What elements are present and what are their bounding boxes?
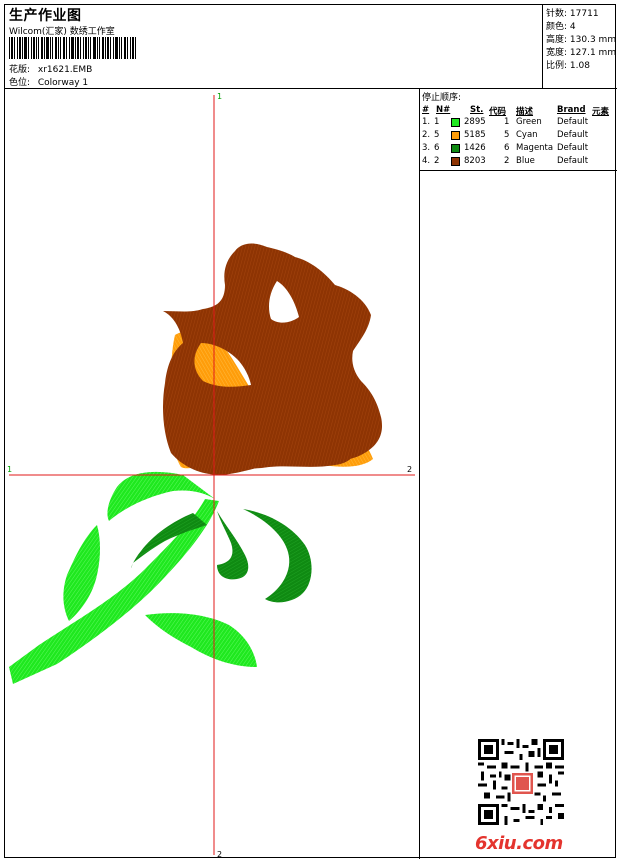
row-index: 4. bbox=[422, 156, 431, 166]
colors-label: 颜色: bbox=[546, 22, 568, 32]
row-code: 5185 bbox=[464, 130, 486, 140]
row-needle: 1 bbox=[434, 117, 440, 127]
stat-colors: 颜色: 4 bbox=[546, 19, 576, 32]
design-file-row: 花版: xr1621.EMB bbox=[9, 62, 92, 75]
row-index: 3. bbox=[422, 143, 431, 153]
barcode bbox=[9, 37, 136, 59]
colors-value: 4 bbox=[569, 22, 576, 32]
stitches-label: 针数: bbox=[546, 9, 568, 19]
stat-ratio: 比例: 1.08 bbox=[546, 58, 590, 71]
ratio-label: 比例: bbox=[546, 61, 568, 71]
row-needle: 5 bbox=[434, 130, 440, 140]
stop-sequence-panel: 停止顺序: # N# St. 代码 描述 Brand 元素 1. 1 2895 … bbox=[420, 89, 617, 859]
guide-label-right: 2 bbox=[407, 465, 412, 474]
row-stop: 1 bbox=[504, 117, 510, 127]
worksheet-header: 生产作业图 Wilcom(汇家) 数绣工作室 花版: xr1621.EMB 色位… bbox=[5, 5, 617, 89]
row-needle: 6 bbox=[434, 143, 440, 153]
col-header-description: 描述 bbox=[516, 107, 534, 117]
embroidery-design: 1 2 1 2 bbox=[7, 92, 415, 859]
col-header-element: 元素 bbox=[592, 107, 610, 117]
color-swatch bbox=[451, 144, 460, 153]
color-sequence-table: # N# St. 代码 描述 Brand 元素 1. 1 2895 1 Gree… bbox=[420, 101, 617, 171]
row-brand: Default bbox=[557, 117, 589, 127]
stat-stitches: 针数: 17711 bbox=[546, 6, 599, 19]
qr-code-icon bbox=[478, 739, 564, 825]
worksheet-title: 生产作业图 bbox=[9, 8, 82, 24]
color-swatch bbox=[451, 131, 460, 140]
col-header-needle: N# bbox=[436, 105, 451, 115]
row-index: 2. bbox=[422, 130, 431, 140]
design-file-value: xr1621.EMB bbox=[37, 65, 93, 75]
row-stop: 6 bbox=[504, 143, 510, 153]
stitches-value: 17711 bbox=[569, 9, 599, 19]
color-swatch bbox=[451, 118, 460, 127]
header-info-panel: 生产作业图 Wilcom(汇家) 数绣工作室 花版: xr1621.EMB 色位… bbox=[5, 5, 543, 88]
height-value: 130.3 mm bbox=[569, 35, 617, 45]
guide-label-bottom: 2 bbox=[217, 850, 222, 859]
company-name: Wilcom(汇家) 数绣工作室 bbox=[9, 27, 115, 37]
guide-label-left: 1 bbox=[7, 465, 12, 474]
row-index: 1. bbox=[422, 117, 431, 127]
row-brand: Default bbox=[557, 143, 589, 153]
row-code: 2895 bbox=[464, 117, 486, 127]
leaf-upper-left-shape bbox=[63, 525, 100, 621]
row-description: Magenta bbox=[516, 143, 554, 153]
design-stats-panel: 针数: 17711 颜色: 4 高度: 130.3 mm 宽度: 127.1 m… bbox=[543, 5, 617, 88]
width-label: 宽度: bbox=[546, 48, 568, 58]
colorway-label: 色位: bbox=[9, 78, 31, 88]
col-header-brand: Brand bbox=[557, 105, 586, 115]
dark-leaf-middle-shape bbox=[217, 511, 249, 580]
color-swatch bbox=[451, 157, 460, 166]
height-label: 高度: bbox=[546, 35, 568, 45]
table-row: 4. 2 8203 2 Blue Default bbox=[420, 156, 617, 169]
worksheet-body: 1 2 1 2 停止顺序: # N# St. 代码 描述 Brand 元素 1.… bbox=[5, 89, 617, 859]
table-row: 3. 6 1426 6 Magenta Default bbox=[420, 143, 617, 156]
table-row: 1. 1 2895 1 Green Default bbox=[420, 117, 617, 130]
row-description: Cyan bbox=[516, 130, 538, 140]
dark-leaf-right-shape bbox=[243, 509, 312, 603]
row-description: Blue bbox=[516, 156, 535, 166]
row-brand: Default bbox=[557, 156, 589, 166]
ratio-value: 1.08 bbox=[569, 61, 590, 71]
guide-label-top: 1 bbox=[217, 92, 222, 101]
stat-width: 宽度: 127.1 mm bbox=[546, 45, 616, 58]
row-brand: Default bbox=[557, 130, 589, 140]
col-header-index: # bbox=[422, 105, 430, 115]
width-value: 127.1 mm bbox=[569, 48, 617, 58]
leaf-lower-right-shape bbox=[145, 613, 257, 667]
colorway-value: Colorway 1 bbox=[37, 78, 89, 88]
worksheet-frame: 生产作业图 Wilcom(汇家) 数绣工作室 花版: xr1621.EMB 色位… bbox=[4, 4, 617, 859]
row-needle: 2 bbox=[434, 156, 440, 166]
row-code: 1426 bbox=[464, 143, 486, 153]
row-code: 8203 bbox=[464, 156, 486, 166]
design-canvas: 1 2 1 2 bbox=[5, 89, 420, 859]
colorway-row: 色位: Colorway 1 bbox=[9, 75, 88, 88]
design-label: 花版: bbox=[9, 65, 31, 75]
col-header-code: 代码 bbox=[489, 107, 507, 117]
table-row: 2. 5 5185 5 Cyan Default bbox=[420, 130, 617, 143]
watermark-text: 6xiu.com bbox=[475, 833, 563, 854]
row-stop: 5 bbox=[504, 130, 510, 140]
row-description: Green bbox=[516, 117, 542, 127]
stat-height: 高度: 130.3 mm bbox=[546, 32, 616, 45]
col-header-stop: St. bbox=[470, 105, 484, 115]
row-stop: 2 bbox=[504, 156, 510, 166]
